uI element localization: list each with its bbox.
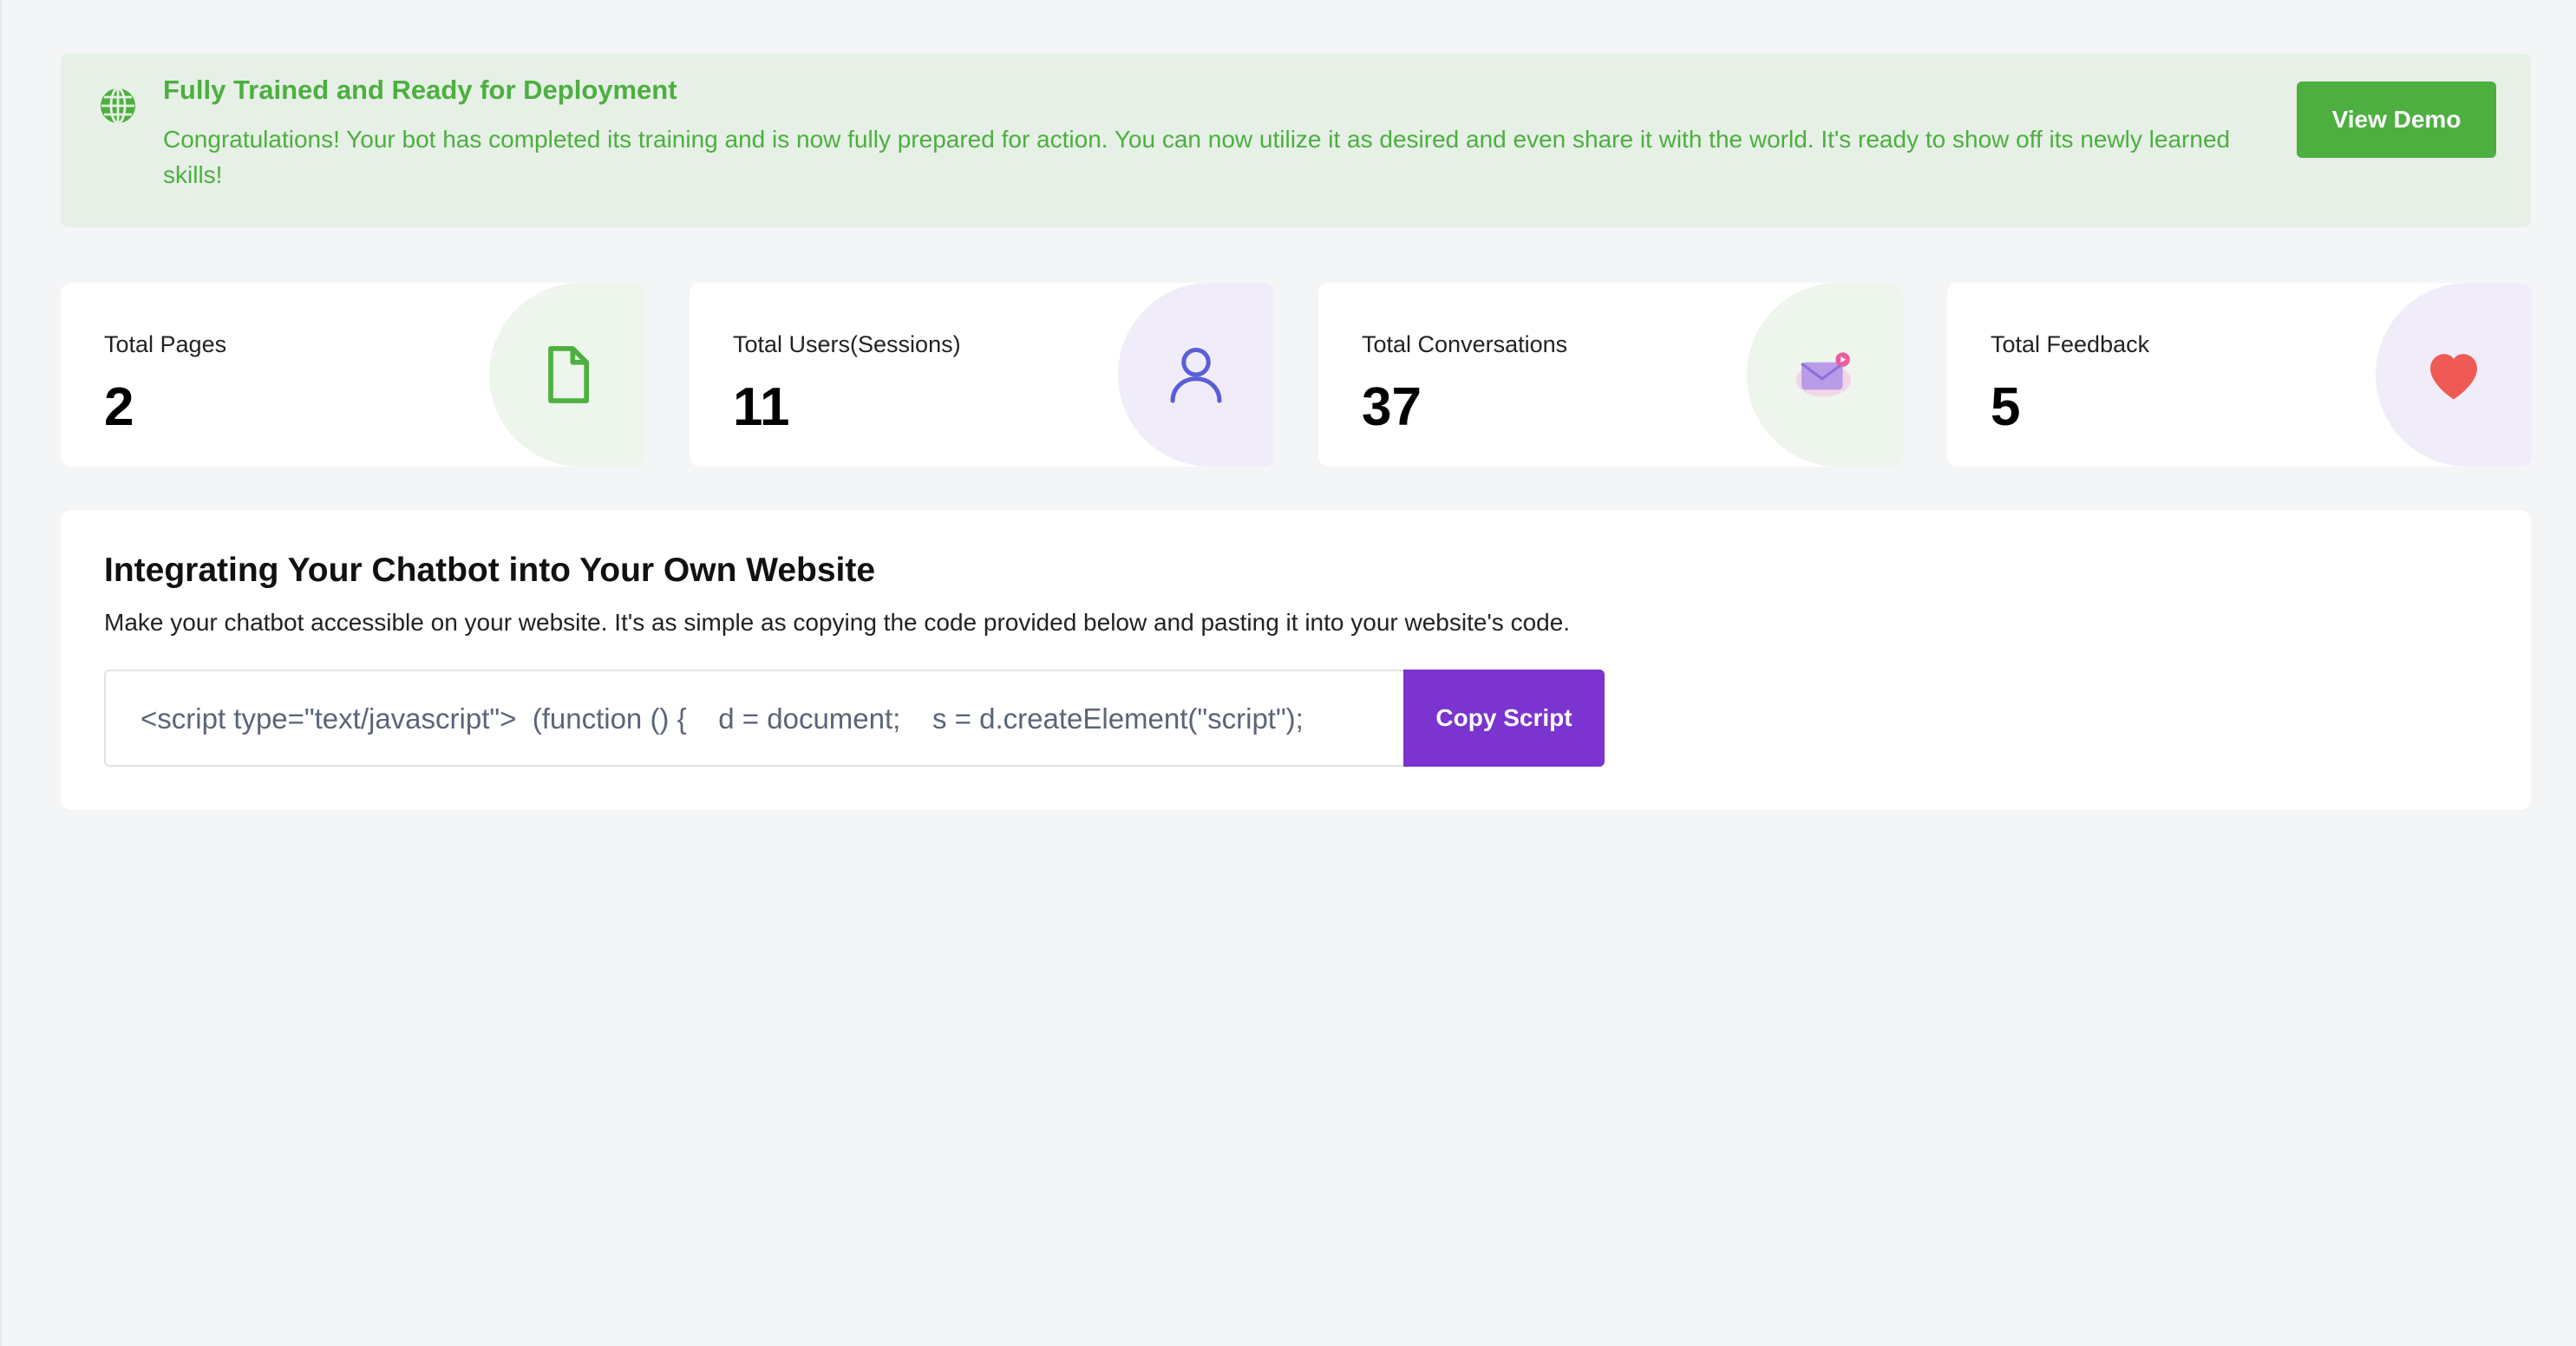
stat-card-total-conversations: Total Conversations 37 — [1318, 283, 1903, 467]
integration-description: Make your chatbot accessible on your web… — [104, 609, 1571, 636]
stat-value: 11 — [733, 377, 790, 437]
script-code-field[interactable]: <script type="text/javascript"> (functio… — [104, 670, 1405, 767]
view-demo-button[interactable]: View Demo — [2297, 82, 2496, 158]
stat-label: Total Feedback — [1991, 331, 2150, 357]
stat-label: Total Users(Sessions) — [733, 331, 961, 357]
dashboard-page: Fully Trained and Ready for Deployment C… — [0, 0, 2576, 1346]
stat-card-total-users: Total Users(Sessions) 11 — [690, 283, 1274, 467]
stat-value: 2 — [104, 377, 134, 437]
banner-message: Congratulations! Your bot has completed … — [163, 126, 2231, 188]
banner-title: Fully Trained and Ready for Deployment — [163, 75, 677, 105]
user-icon — [1170, 347, 1222, 403]
integration-panel: Integrating Your Chatbot into Your Own W… — [61, 510, 2531, 810]
stat-label: Total Pages — [104, 331, 227, 357]
stat-card-total-feedback: Total Feedback 5 — [1947, 283, 2532, 467]
stat-value: 5 — [1991, 377, 2021, 437]
globe-icon — [101, 87, 135, 125]
script-code-text: <script type="text/javascript"> (functio… — [141, 702, 1304, 735]
stat-value: 37 — [1362, 377, 1422, 437]
envelope-icon — [1795, 352, 1852, 397]
integration-title: Integrating Your Chatbot into Your Own W… — [104, 552, 876, 589]
stat-label: Total Conversations — [1362, 331, 1568, 357]
stat-card-total-pages: Total Pages 2 — [61, 283, 645, 467]
document-icon — [548, 346, 590, 403]
heart-icon — [2430, 354, 2477, 400]
copy-script-button[interactable]: Copy Script — [1403, 670, 1605, 767]
deployment-banner: Fully Trained and Ready for Deployment C… — [61, 54, 2531, 227]
